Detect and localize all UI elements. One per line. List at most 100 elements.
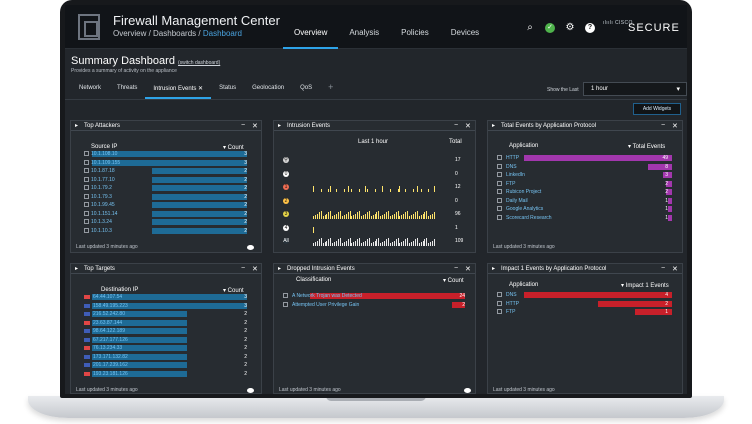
spark-bar <box>395 212 397 219</box>
switch-dashboard-link[interactable]: (switch dashboard) <box>178 60 220 66</box>
collapse-arrow-icon[interactable]: ▸ <box>75 122 78 129</box>
close-icon[interactable]: ✕ <box>672 122 678 130</box>
tab-geolocation[interactable]: Geolocation <box>244 81 292 99</box>
label-link[interactable]: FTP <box>506 309 515 315</box>
help-icon[interactable]: ? <box>585 23 595 33</box>
top-attackers-widget: ▸ Top Attackers − ✕ Source IP ▾ Count Last … <box>70 120 262 253</box>
value-bar <box>668 197 672 204</box>
minimize-icon[interactable]: − <box>241 265 245 272</box>
ip-address-link[interactable]: 10.1.79.2 <box>91 185 112 191</box>
collapse-arrow-icon[interactable]: ▸ <box>75 265 78 272</box>
tab-intrusion-events[interactable]: Intrusion Events ✕ <box>145 81 212 99</box>
tab-qos[interactable]: QoS <box>292 81 320 99</box>
close-icon[interactable]: ✕ <box>252 265 258 273</box>
nav-overview[interactable]: Overview <box>283 27 339 49</box>
ip-address-link[interactable]: 216.52.242.80 <box>93 311 125 317</box>
collapse-arrow-icon[interactable]: ▸ <box>492 265 495 272</box>
gear-icon[interactable]: ⚙ <box>565 23 575 33</box>
label-link[interactable]: LinkedIn <box>506 172 525 178</box>
ip-address-link[interactable]: 10.1.108.10 <box>91 151 117 157</box>
view-icon[interactable] <box>464 388 471 393</box>
close-icon[interactable]: ✕ <box>672 265 678 273</box>
label-link[interactable]: Rubicon Project <box>506 189 541 195</box>
add-tab-button[interactable]: + <box>320 81 341 99</box>
add-widgets-button[interactable]: Add Widgets <box>633 103 681 115</box>
ip-address-link[interactable]: 10.1.151.14 <box>91 211 117 217</box>
source-ip-header: Source IP <box>91 144 118 150</box>
ip-address-link[interactable]: 10.1.10.3 <box>91 228 112 234</box>
minimize-icon[interactable]: − <box>454 265 458 272</box>
spark-bar <box>391 214 393 219</box>
tab-threats[interactable]: Threats <box>109 81 145 99</box>
impact-events-header[interactable]: ▾ Impact 1 Events <box>621 282 669 289</box>
view-icon[interactable] <box>247 245 254 250</box>
value-text: 1 <box>665 197 668 204</box>
ip-address-link[interactable]: 10.1.3.24 <box>91 219 112 225</box>
ip-address-link[interactable]: 23.63.87.144 <box>93 320 122 326</box>
ip-address-link[interactable]: 201.17.239.162 <box>93 362 128 368</box>
ip-address-link[interactable]: 64.44.107.54 <box>93 294 122 300</box>
collapse-arrow-icon[interactable]: ▸ <box>492 122 495 129</box>
ip-address-link[interactable]: 67.217.177.126 <box>93 337 128 343</box>
close-icon[interactable]: ✕ <box>252 122 258 130</box>
total-header: Total <box>449 139 462 145</box>
tab-status[interactable]: Status <box>211 81 244 99</box>
spark-bar <box>337 239 339 246</box>
label-link[interactable]: HTTP <box>506 301 519 307</box>
close-icon[interactable]: ✕ <box>465 265 471 273</box>
intrusion-row: 1 12 <box>283 183 471 192</box>
label-link[interactable]: DNS <box>506 292 517 298</box>
label-link[interactable]: Scorecard Research <box>506 215 552 221</box>
count-header[interactable]: ▾ Count <box>223 287 244 294</box>
total-events-header[interactable]: ▾ Total Events <box>628 143 665 150</box>
label-link[interactable]: FTP <box>506 181 515 187</box>
spark-bar <box>374 240 376 246</box>
ip-address-link[interactable]: 98.64.122.189 <box>93 328 125 334</box>
breadcrumb-dashboards[interactable]: / Dashboards / <box>149 29 201 38</box>
ip-address-link[interactable]: 193.23.181.126 <box>93 371 128 377</box>
minimize-icon[interactable]: − <box>661 122 665 129</box>
collapse-arrow-icon[interactable]: ▸ <box>278 265 281 272</box>
spark-bar <box>414 212 416 219</box>
view-icon[interactable] <box>247 388 254 393</box>
ip-address-link[interactable]: 10.1.87.18 <box>91 168 115 174</box>
ip-address-link[interactable]: 158.49.195.223 <box>93 303 128 309</box>
count-header[interactable]: ▾ Count <box>443 277 464 284</box>
spark-bar <box>389 216 391 219</box>
ip-address-link[interactable]: 76.13.234.33 <box>93 345 122 351</box>
label-link[interactable]: HTTP <box>506 155 519 161</box>
app-title: Firewall Management Center <box>113 13 280 28</box>
priority-icon: 0 <box>283 170 289 177</box>
spark-bar <box>409 243 411 246</box>
label-link[interactable]: DNS <box>506 164 517 170</box>
total-value: 109 <box>455 238 464 244</box>
ip-address-link[interactable]: 10.1.109.155 <box>91 160 120 166</box>
nav-devices[interactable]: Devices <box>440 27 490 49</box>
spark-bar <box>326 213 328 219</box>
ip-address-link[interactable]: 173.171.132.82 <box>93 354 128 360</box>
search-icon[interactable]: ⌕ <box>525 23 535 33</box>
minimize-icon[interactable]: − <box>454 122 458 129</box>
label-link[interactable]: Google Analytics <box>506 206 543 212</box>
collapse-arrow-icon[interactable]: ▸ <box>278 122 281 129</box>
minimize-icon[interactable]: − <box>661 265 665 272</box>
spark-bar <box>430 214 432 219</box>
count-header[interactable]: ▾ Count <box>223 144 244 151</box>
count-value: 3 <box>244 294 247 300</box>
ip-address-link[interactable]: 10.1.79.3 <box>91 194 112 200</box>
spark-bar <box>428 189 430 192</box>
nav-policies[interactable]: Policies <box>390 27 440 49</box>
breadcrumb-overview[interactable]: Overview <box>113 29 146 38</box>
close-icon[interactable]: ✕ <box>465 122 471 130</box>
label-link[interactable]: A Network Trojan was Detected <box>292 293 362 299</box>
ip-address-link[interactable]: 10.1.77.10 <box>91 177 115 183</box>
ip-address-link[interactable]: 10.1.99.45 <box>91 202 115 208</box>
minimize-icon[interactable]: − <box>241 122 245 129</box>
time-range-select[interactable]: 1 hour <box>583 82 687 96</box>
label-link[interactable]: Attempted User Privilege Gain <box>292 302 359 308</box>
spark-bar <box>393 213 395 219</box>
nav-analysis[interactable]: Analysis <box>338 27 390 49</box>
status-ok-icon[interactable]: ✓ <box>545 23 555 33</box>
tab-network[interactable]: Network <box>71 81 109 99</box>
label-link[interactable]: Daily Mail <box>506 198 528 204</box>
